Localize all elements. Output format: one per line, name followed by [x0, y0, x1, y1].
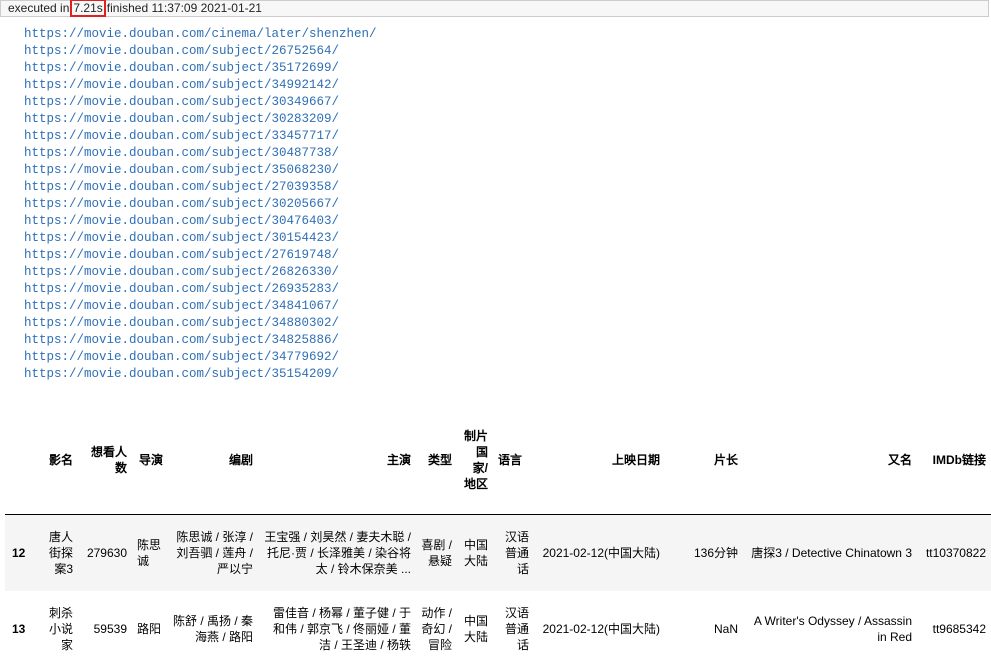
- table-cell: 唐探3 / Detective Chinatown 3: [751, 545, 912, 560]
- column-header: 制片国家/地区: [457, 405, 493, 515]
- table-cell: 喜剧 / 悬疑: [421, 537, 452, 568]
- url-line: https://movie.douban.com/cinema/later/sh…: [24, 27, 377, 41]
- url-line: https://movie.douban.com/subject/3488030…: [24, 316, 340, 330]
- table-cell: A Writer's Odyssey / Assassin in Red: [753, 613, 912, 644]
- table-header-row: 影名 想看人数 导演 编剧 主演 类型 制片国家/地区 语言 上映日期 片长 又名 IMDb链接: [5, 405, 991, 515]
- column-header: 导演: [132, 405, 168, 515]
- url-line: https://movie.douban.com/subject/2682633…: [24, 265, 340, 279]
- url-line: https://movie.douban.com/subject/3028320…: [24, 112, 340, 126]
- url-line: https://movie.douban.com/subject/3048773…: [24, 146, 340, 160]
- column-header: 上映日期: [534, 405, 665, 515]
- url-line: https://movie.douban.com/subject/3484106…: [24, 299, 340, 313]
- exec-finished: finished 11:37:09 2021-01-21: [106, 1, 262, 15]
- movies-dataframe: 影名 想看人数 导演 编剧 主演 类型 制片国家/地区 语言 上映日期 片长 又名 IMDb链接 12…: [5, 405, 991, 667]
- column-header: IMDb链接: [917, 405, 991, 515]
- table-cell: tt10370822: [925, 545, 986, 560]
- column-header: 片长: [665, 405, 743, 515]
- table-cell: 动作 / 奇幻 / 冒险: [421, 605, 452, 652]
- table-row: 13 刺杀小说家 59539 路阳 陈舒 / 禹扬 / 秦海燕 / 路阳 雷佳音 / 杨幂…: [5, 591, 991, 667]
- column-header: 语言: [493, 405, 534, 515]
- url-line: https://movie.douban.com/subject/2693528…: [24, 282, 340, 296]
- table-cell: 2021-02-12(中国大陆): [542, 545, 660, 560]
- column-header: 影名: [40, 405, 78, 515]
- url-line: https://movie.douban.com/subject/3506823…: [24, 163, 340, 177]
- table-cell: 279630: [86, 545, 127, 560]
- table-cell: 陈思诚: [137, 537, 162, 568]
- column-header: [5, 405, 40, 515]
- exec-prefix: executed in: [8, 1, 70, 15]
- table-cell: 汉语普通话: [504, 605, 529, 652]
- url-line: https://movie.douban.com/subject/2675256…: [24, 44, 340, 58]
- table-cell: 唐人街探案3: [48, 529, 73, 576]
- table-cell: 136分钟: [693, 545, 738, 560]
- execution-status-bar: executed in 7.21s finished 11:37:09 2021-0…: [0, 0, 989, 17]
- url-line: https://movie.douban.com/subject/3482588…: [24, 333, 340, 347]
- column-header: 主演: [258, 405, 416, 515]
- url-line: https://movie.douban.com/subject/3047640…: [24, 214, 340, 228]
- url-line: https://movie.douban.com/subject/3499214…: [24, 78, 340, 92]
- table-cell: tt9685342: [932, 621, 986, 636]
- table-cell: 汉语普通话: [504, 529, 529, 576]
- url-line: https://movie.douban.com/subject/2703935…: [24, 180, 340, 194]
- url-line: https://movie.douban.com/subject/3477969…: [24, 350, 340, 364]
- row-index: 12: [12, 545, 26, 560]
- table-cell: 雷佳音 / 杨幂 / 董子健 / 于和伟 / 郭京飞 / 佟丽娅 / 董洁 / …: [272, 605, 411, 652]
- column-header: 编剧: [168, 405, 258, 515]
- row-index: 13: [12, 621, 26, 636]
- url-line: https://movie.douban.com/subject/2761974…: [24, 248, 340, 262]
- column-header: 又名: [743, 405, 917, 515]
- table-cell: 陈舒 / 禹扬 / 秦海燕 / 路阳: [173, 613, 254, 644]
- column-header: 想看人数: [78, 405, 132, 515]
- column-header: 类型: [416, 405, 457, 515]
- url-line: https://movie.douban.com/subject/3345771…: [24, 129, 340, 143]
- table-cell: 陈思诚 / 张淳 / 刘吾驷 / 莲舟 / 严以宁: [176, 529, 253, 576]
- url-line: https://movie.douban.com/subject/3034966…: [24, 95, 340, 109]
- table-cell: 王宝强 / 刘昊然 / 妻夫木聪 / 托尼·贾 / 长泽雅美 / 染谷将太 / …: [264, 529, 411, 576]
- table-cell: 中国大陆: [463, 613, 488, 644]
- url-line: https://movie.douban.com/subject/3517269…: [24, 61, 340, 75]
- table-cell: 59539: [93, 621, 127, 636]
- table-cell: NaN: [713, 621, 738, 636]
- table-row: 12 唐人街探案3 279630 陈思诚 陈思诚 / 张淳 / 刘吾驷 / 莲舟 / 严…: [5, 514, 991, 591]
- url-line: https://movie.douban.com/subject/3020566…: [24, 197, 340, 211]
- url-line: https://movie.douban.com/subject/3015442…: [24, 231, 340, 245]
- table-cell: 中国大陆: [463, 537, 488, 568]
- exec-duration: 7.21s: [70, 0, 106, 17]
- url-output-list: https://movie.douban.com/cinema/later/sh…: [24, 26, 377, 383]
- table-cell: 2021-02-12(中国大陆): [542, 621, 660, 636]
- url-line: https://movie.douban.com/subject/3515420…: [24, 367, 340, 381]
- table-cell: 刺杀小说家: [48, 605, 73, 652]
- table-cell: 路阳: [137, 621, 162, 636]
